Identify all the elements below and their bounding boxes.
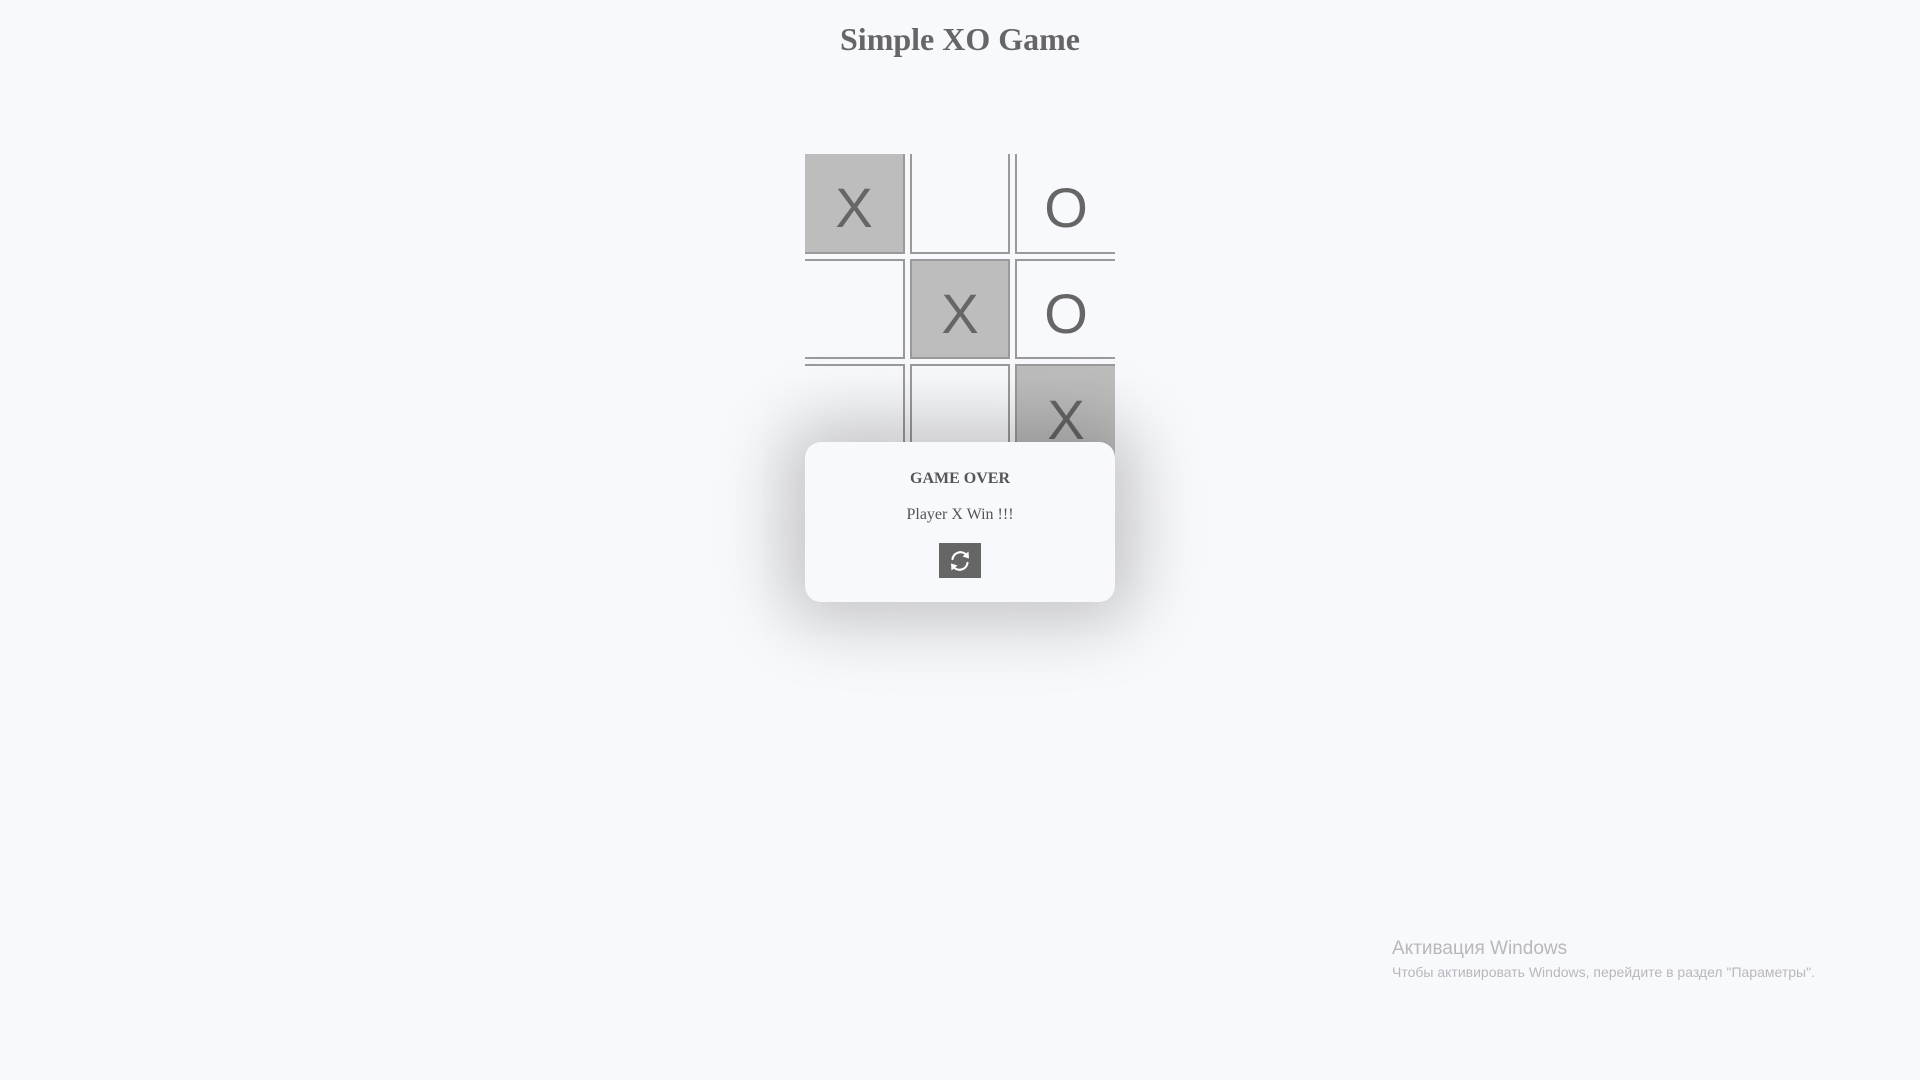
windows-activation-subtitle: Чтобы активировать Windows, перейдите в … <box>1392 964 1815 980</box>
result-message: Player X Win !!! <box>906 506 1014 523</box>
windows-activation-title: Активация Windows <box>1392 938 1568 959</box>
dialog-heading: GAME OVER <box>910 470 1010 487</box>
game-over-dialog: GAME OVER Player X Win !!! <box>805 442 1115 602</box>
board-cell-3[interactable]: O <box>1015 154 1115 254</box>
restart-button[interactable] <box>939 543 981 578</box>
cell-mark: O <box>1044 175 1088 239</box>
page-title: Simple XO Game <box>840 21 1080 57</box>
cell-mark: X <box>941 281 979 345</box>
board-cell-1[interactable]: X <box>805 154 905 254</box>
board-cell-2[interactable] <box>910 154 1010 254</box>
cell-mark: X <box>835 175 873 239</box>
cell-mark: O <box>1044 281 1088 345</box>
board-cell-5[interactable]: X <box>910 259 1010 359</box>
game-board: X O X O X <box>805 154 1115 464</box>
refresh-icon <box>951 550 969 571</box>
board-cell-6[interactable]: O <box>1015 259 1115 359</box>
board-cell-4[interactable] <box>805 259 905 359</box>
